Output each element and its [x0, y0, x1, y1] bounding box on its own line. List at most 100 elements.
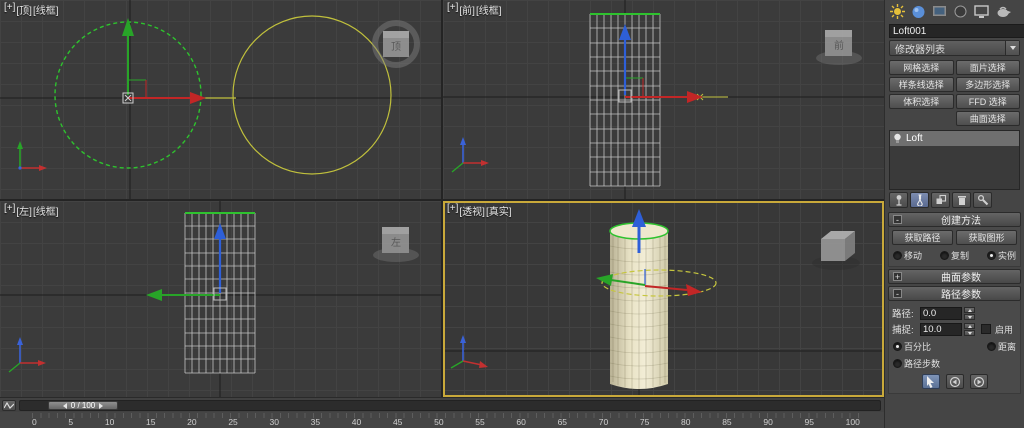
viewport-left-canvas[interactable]: 左	[0, 201, 441, 397]
viewcube[interactable]: 左	[373, 227, 419, 262]
rendered-frame-icon[interactable]	[930, 2, 949, 21]
configure-modifier-sets-icon[interactable]	[973, 192, 992, 208]
rollout-creation-method-body: 获取路径 获取图形 移动 复制 实例	[888, 227, 1021, 267]
viewcube[interactable]: 顶	[372, 20, 420, 68]
collapse-icon: -	[893, 289, 902, 299]
get-path-button[interactable]: 获取路径	[892, 230, 953, 245]
get-shape-button[interactable]: 获取图形	[956, 230, 1017, 245]
viewport-menu-shading[interactable]: [真实]	[486, 203, 512, 218]
viewport-perspective-canvas[interactable]	[443, 201, 884, 397]
viewport-menu-shading[interactable]: [线框]	[476, 2, 502, 17]
render-setup-icon[interactable]	[888, 2, 907, 21]
selection-modifier-button[interactable]: 多边形选择	[955, 77, 1020, 92]
rollout-path-parameters: - 路径参数 路径: 0.0 捕捉: 10.0 启用 百分比 距离 路径步数	[888, 286, 1021, 394]
snap-field-label: 捕捉:	[892, 325, 914, 336]
path-value-field[interactable]: 0.0	[920, 306, 962, 320]
object-name-row	[885, 23, 1024, 40]
move-gizmo[interactable]	[146, 223, 227, 301]
render-production-teapot-icon[interactable]	[993, 2, 1012, 21]
modifier-list-dropdown[interactable]: 修改器列表	[889, 40, 1020, 56]
viewport-menu-pov[interactable]: [顶]	[16, 2, 32, 17]
viewport-front[interactable]: [+] [前] [线框] 前	[443, 0, 884, 199]
viewcube[interactable]: 前	[816, 30, 862, 65]
radio-instance[interactable]: 实例	[986, 249, 1016, 262]
ruler-tick-label: 45	[392, 417, 403, 427]
viewport-menu-shading[interactable]: [线框]	[33, 203, 59, 218]
spinner-down-button[interactable]	[964, 313, 975, 320]
radio-path-steps[interactable]: 路径步数	[893, 357, 940, 370]
pin-stack-icon[interactable]	[889, 192, 908, 208]
radio-label: 百分比	[904, 342, 932, 352]
viewcube[interactable]	[812, 231, 860, 270]
dropdown-arrow-button[interactable]	[1005, 41, 1019, 55]
viewport-menu-general[interactable]: [+]	[4, 203, 15, 218]
make-unique-icon[interactable]	[931, 192, 950, 208]
radio-distance[interactable]: 距离	[986, 340, 1016, 353]
radio-move[interactable]: 移动	[893, 249, 922, 262]
rollout-surface-parameters-header[interactable]: + 曲面参数	[888, 269, 1021, 284]
selection-modifier-button[interactable]: 体积选择	[889, 94, 954, 109]
enable-checkbox[interactable]	[981, 324, 991, 334]
pick-shape-button[interactable]	[921, 374, 940, 389]
viewport-menu-pov[interactable]: [前]	[459, 2, 475, 17]
svg-text:前: 前	[834, 39, 844, 52]
radio-icon	[893, 251, 902, 260]
selection-modifier-button[interactable]: 曲面选择	[955, 111, 1020, 126]
path-circle-shape[interactable]	[232, 15, 392, 175]
ruler-tick-label: 75	[639, 417, 650, 427]
move-gizmo[interactable]	[122, 18, 236, 104]
modifier-stack[interactable]: Loft	[889, 130, 1020, 190]
next-frame-button[interactable]	[99, 402, 104, 409]
time-slider-track[interactable]: 0 / 100	[19, 400, 881, 411]
remove-modifier-icon[interactable]	[952, 192, 971, 208]
spinner-down-button[interactable]	[964, 329, 975, 336]
viewport-menu-shading[interactable]: [线框]	[33, 2, 59, 17]
viewport-top[interactable]: [+] [顶] [线框] 顶	[0, 0, 441, 199]
rollout-creation-method-header[interactable]: - 创建方法	[888, 212, 1021, 227]
viewport-menu-pov[interactable]: [透视]	[459, 203, 485, 218]
viewport-top-canvas[interactable]: 顶	[0, 0, 441, 199]
material-editor-icon[interactable]	[909, 2, 928, 21]
snap-value-field[interactable]: 10.0	[920, 322, 962, 336]
display-monitor-icon[interactable]	[972, 2, 991, 21]
environment-icon[interactable]	[951, 2, 970, 21]
spinner-up-button[interactable]	[964, 306, 975, 313]
ruler-tick-label: 85	[722, 417, 732, 427]
object-name-input[interactable]	[889, 24, 1024, 38]
radio-percentage[interactable]: 百分比	[893, 340, 931, 353]
next-shape-button[interactable]	[969, 374, 988, 389]
selection-modifier-button[interactable]: FFD 选择	[955, 94, 1020, 109]
spinner-up-button[interactable]	[964, 322, 975, 329]
modifier-stack-toolbar	[885, 191, 1024, 210]
home-grid-axes	[0, 0, 441, 199]
ruler-tick-label: 55	[475, 417, 485, 427]
ruler-tick-label: 0	[32, 417, 37, 427]
rollout-path-parameters-header[interactable]: - 路径参数	[888, 286, 1021, 301]
modifier-stack-item-label: Loft	[906, 133, 923, 144]
track-bar-ruler[interactable]: 0 5 10 15 20 25 30 35 40 45 50 55 60 65 70 75 80 85 90 95 10…	[0, 412, 884, 428]
viewport-menu-pov[interactable]: [左]	[16, 203, 32, 218]
ruler-numbers: 0 5 10 15 20 25 30 35 40 45 50 55 60 65 70 75 80 85 90 95 10…	[32, 417, 860, 427]
time-slider-handle[interactable]: 0 / 100	[48, 401, 118, 410]
viewport-front-canvas[interactable]: 前	[443, 0, 884, 199]
viewport-perspective[interactable]: [+] [透视] [真实]	[443, 201, 884, 397]
move-gizmo[interactable]	[618, 24, 728, 103]
viewport-menu-general[interactable]: [+]	[4, 2, 15, 17]
mini-curve-editor-button[interactable]	[2, 400, 16, 411]
selection-modifier-button[interactable]: 面片选择	[955, 60, 1020, 75]
show-end-result-icon[interactable]	[910, 192, 929, 208]
viewport-left[interactable]: [+] [左] [线框] 左	[0, 201, 441, 397]
selection-modifier-button[interactable]: 样条线选择	[889, 77, 954, 92]
modifier-stack-item[interactable]: Loft	[890, 131, 1019, 146]
svg-text:左: 左	[391, 236, 401, 249]
viewport-menu-general[interactable]: [+]	[447, 203, 458, 218]
lightbulb-icon[interactable]	[893, 133, 902, 144]
svg-text:顶: 顶	[391, 41, 401, 53]
rollout-creation-method: - 创建方法 获取路径 获取图形 移动 复制 实例	[888, 212, 1021, 267]
radio-copy[interactable]: 复制	[939, 249, 969, 262]
chevron-down-icon	[1009, 46, 1016, 50]
selection-modifier-button[interactable]: 网格选择	[889, 60, 954, 75]
previous-shape-button[interactable]	[945, 374, 964, 389]
previous-frame-button[interactable]	[62, 402, 67, 409]
viewport-menu-general[interactable]: [+]	[447, 2, 458, 17]
